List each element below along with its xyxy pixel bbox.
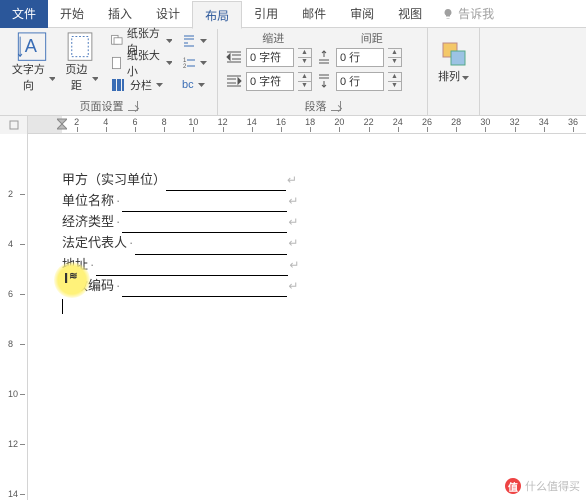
hyphenation-label: bc — [182, 79, 194, 91]
dropdown-icon — [198, 83, 205, 87]
dropdown-icon — [166, 61, 172, 65]
spacing-before-input[interactable]: 0 行 — [336, 48, 384, 67]
line-numbers-icon: 12 — [182, 56, 196, 70]
text-direction-label: 文字方向 — [10, 63, 47, 94]
document-line[interactable]: 法定代表人· ↵ — [62, 233, 552, 254]
indent-left-icon — [226, 50, 242, 64]
margins-label: 页边距 — [63, 63, 91, 94]
page-size-icon — [110, 55, 123, 71]
document-line[interactable]: 经济类型· ↵ — [62, 212, 552, 233]
paragraph-label: 段落 — [305, 98, 327, 114]
spacing-header: 间距 — [323, 30, 422, 46]
spin-up[interactable]: ▲ — [388, 49, 401, 58]
tell-me-search[interactable]: 告诉我 — [434, 5, 502, 22]
tellme-label: 告诉我 — [458, 5, 494, 22]
dropdown-icon — [166, 39, 172, 43]
tab-layout[interactable]: 布局 — [192, 1, 242, 29]
ruler-corner — [0, 116, 28, 134]
size-button[interactable]: 纸张大小 — [106, 52, 176, 74]
svg-text:2: 2 — [183, 64, 187, 70]
dropdown-icon — [200, 39, 207, 43]
document-page[interactable]: I≋ 甲方（实习单位） ↵单位名称· ↵经济类型· ↵法定代表人· ↵地址· ↵… — [28, 134, 586, 500]
ruler-horizontal[interactable]: 24681012141618202224262830323436 — [0, 116, 586, 134]
arrange-icon — [440, 40, 468, 68]
dropdown-icon — [156, 83, 163, 87]
page-setup-label: 页面设置 — [80, 98, 124, 114]
spin-down[interactable]: ▼ — [298, 82, 311, 90]
tab-view[interactable]: 视图 — [386, 0, 434, 28]
spin-down[interactable]: ▼ — [388, 58, 401, 66]
tab-review[interactable]: 审阅 — [338, 0, 386, 28]
spacing-after-icon — [316, 74, 332, 88]
breaks-button[interactable] — [178, 30, 211, 52]
dropdown-icon — [200, 61, 207, 65]
spin-up[interactable]: ▲ — [298, 49, 311, 58]
indent-left-input[interactable]: 0 字符 — [246, 48, 294, 67]
breaks-icon — [182, 34, 196, 48]
group-page-setup: A 文字方向 页边距 纸张方向 纸张大小 — [0, 28, 218, 115]
indent-right-input[interactable]: 0 字符 — [246, 72, 294, 91]
text-direction-icon: A — [16, 32, 48, 61]
page-setup-launcher[interactable] — [128, 101, 138, 111]
spin-down[interactable]: ▼ — [298, 58, 311, 66]
arrange-button[interactable]: 排列 — [434, 30, 473, 96]
orientation-icon — [110, 33, 123, 49]
tab-home[interactable]: 开始 — [48, 0, 96, 28]
hyphenation-button[interactable]: bc — [178, 74, 211, 96]
tab-references[interactable]: 引用 — [242, 0, 290, 28]
indent-header: 缩进 — [224, 30, 323, 46]
ribbon-tabs: 文件 开始 插入 设计 布局 引用 邮件 审阅 视图 告诉我 — [0, 0, 586, 28]
indent-right-icon — [226, 74, 242, 88]
dropdown-icon — [92, 77, 98, 81]
document-line[interactable]: 甲方（实习单位） ↵ — [62, 170, 552, 191]
line-numbers-button[interactable]: 12 — [178, 52, 211, 74]
document-line[interactable]: 地址· ↵ — [62, 255, 552, 276]
paragraph-launcher[interactable] — [331, 101, 341, 111]
svg-text:A: A — [25, 35, 38, 56]
spacing-before-row: 0 行 ▲▼ — [316, 46, 402, 68]
dropdown-icon — [49, 77, 55, 81]
text-direction-button[interactable]: A 文字方向 — [6, 30, 59, 96]
watermark: 值 什么值得买 — [505, 478, 580, 494]
indent-right-row: 0 字符 ▲▼ — [226, 70, 312, 92]
spacing-after-row: 0 行 ▲▼ — [316, 70, 402, 92]
group-paragraph: 缩进 间距 0 字符 ▲▼ 0 行 ▲▼ 0 字符 — [218, 28, 428, 115]
columns-button[interactable]: 分栏 — [106, 74, 176, 96]
tab-design[interactable]: 设计 — [144, 0, 192, 28]
tab-file[interactable]: 文件 — [0, 0, 48, 28]
margins-icon — [66, 32, 94, 61]
arrange-label: 排列 — [438, 70, 460, 85]
group-arrange: 排列 — [428, 28, 480, 115]
margins-button[interactable]: 页边距 — [59, 30, 102, 96]
tellme-bulb-icon — [442, 8, 454, 20]
ruler-vertical[interactable]: 2468101214 — [0, 134, 28, 500]
spin-up[interactable]: ▲ — [388, 73, 401, 82]
ribbon: A 文字方向 页边距 纸张方向 纸张大小 — [0, 28, 586, 116]
spacing-after-input[interactable]: 0 行 — [336, 72, 384, 91]
spacing-before-icon — [316, 50, 332, 64]
document-line[interactable]: 邮政编码· ↵ — [62, 276, 552, 297]
spin-up[interactable]: ▲ — [298, 73, 311, 82]
document-line[interactable]: 单位名称· ↵ — [62, 191, 552, 212]
tab-insert[interactable]: 插入 — [96, 0, 144, 28]
document-area: 2468101214 I≋ 甲方（实习单位） ↵单位名称· ↵经济类型· ↵法定… — [0, 134, 586, 500]
watermark-text: 什么值得买 — [525, 478, 580, 494]
columns-icon — [110, 77, 126, 93]
spin-down[interactable]: ▼ — [388, 82, 401, 90]
watermark-logo-icon: 值 — [505, 478, 521, 494]
dropdown-icon — [462, 76, 469, 80]
indent-left-row: 0 字符 ▲▼ — [226, 46, 312, 68]
tab-mailings[interactable]: 邮件 — [290, 0, 338, 28]
columns-label: 分栏 — [130, 77, 152, 93]
